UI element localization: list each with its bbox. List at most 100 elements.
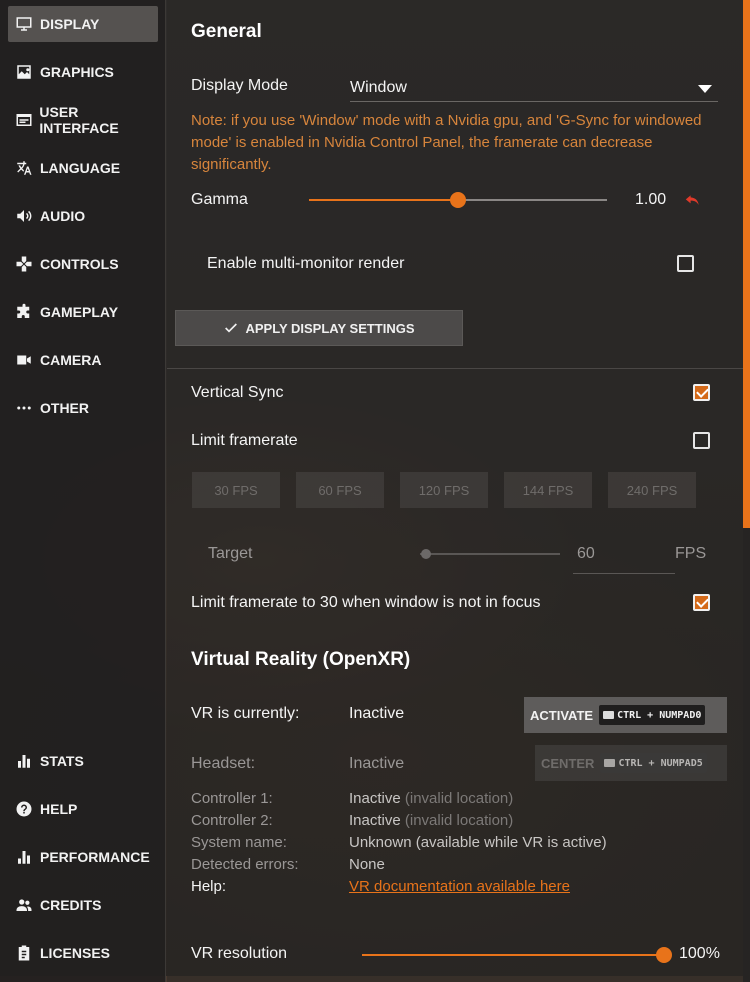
vr-info-value: Inactive (invalid location) xyxy=(349,790,514,807)
sidebar-item-label: STATS xyxy=(40,753,84,769)
target-fps-value: 60 xyxy=(577,545,595,562)
people-icon xyxy=(14,895,34,915)
scrollbar[interactable] xyxy=(743,0,750,982)
ui-window-icon xyxy=(14,110,33,130)
gamma-slider-knob[interactable] xyxy=(450,192,466,208)
bar-chart-icon xyxy=(14,751,34,771)
apply-display-settings-button[interactable]: APPLY DISPLAY SETTINGS xyxy=(175,310,463,346)
vr-resolution-slider[interactable] xyxy=(362,945,672,965)
vr-center-button[interactable]: CENTER CTRL + NUMPAD5 xyxy=(535,745,727,781)
vr-help-label: Help: xyxy=(191,878,227,895)
sidebar-item-label: USER INTERFACE xyxy=(39,104,119,136)
vr-info-label: Controller 1: xyxy=(191,790,273,807)
apply-button-label: APPLY DISPLAY SETTINGS xyxy=(245,320,415,336)
focus-limit-label: Limit framerate to 30 when window is not… xyxy=(191,594,541,611)
sidebar-item-label: DISPLAY xyxy=(40,16,100,32)
scrollbar-thumb[interactable] xyxy=(743,0,750,528)
sidebar-item-label: PERFORMANCE xyxy=(40,849,150,865)
speaker-icon xyxy=(14,206,34,226)
sidebar-item-label: LICENSES xyxy=(40,945,111,961)
fps-preset-button[interactable]: 120 FPS xyxy=(400,472,488,508)
limit-framerate-checkbox[interactable] xyxy=(693,432,710,449)
gamma-value: 1.00 xyxy=(635,191,667,208)
display-mode-select[interactable]: Window xyxy=(350,74,718,102)
display-mode-label: Display Mode xyxy=(191,77,288,94)
target-slider-track xyxy=(420,553,560,555)
image-icon xyxy=(14,62,34,82)
sidebar-item-controls[interactable]: CONTROLS xyxy=(8,246,158,282)
gamma-slider[interactable] xyxy=(309,190,607,210)
sidebar-item-label: LANGUAGE xyxy=(40,160,121,176)
target-fps-input[interactable]: 60 xyxy=(573,538,675,574)
monitor-icon xyxy=(14,14,34,34)
activate-label: ACTIVATE xyxy=(530,707,594,723)
sidebar-item-label: GRAPHICS xyxy=(40,64,114,80)
headset-label: Headset: xyxy=(191,755,256,772)
vr-info-value: None xyxy=(349,856,385,873)
focus-limit-checkbox[interactable] xyxy=(693,594,710,611)
checkmark-icon xyxy=(225,323,238,333)
clipboard-icon xyxy=(14,943,34,963)
vr-slider-fill xyxy=(362,954,664,956)
sidebar-item-label: CONTROLS xyxy=(40,256,119,272)
target-fps-slider[interactable] xyxy=(420,544,560,564)
vr-info-label: System name: xyxy=(191,834,287,851)
chevron-down-icon xyxy=(698,85,712,93)
target-fps-unit: FPS xyxy=(675,545,707,562)
reset-icon[interactable] xyxy=(683,193,703,209)
more-dots-icon xyxy=(14,398,34,418)
sidebar-item-label: AUDIO xyxy=(40,208,86,224)
sidebar-item-display[interactable]: DISPLAY xyxy=(8,6,158,42)
sidebar-item-gameplay[interactable]: GAMEPLAY xyxy=(8,294,158,330)
sidebar-item-label: OTHER xyxy=(40,400,89,416)
sidebar-item-label: GAMEPLAY xyxy=(40,304,119,320)
vr-resolution-value: 100% xyxy=(679,945,720,962)
gamma-label: Gamma xyxy=(191,191,248,208)
vr-info-label: Detected errors: xyxy=(191,856,299,873)
vr-info-value: Inactive (invalid location) xyxy=(349,812,514,829)
section-title-vr: Virtual Reality (OpenXR) xyxy=(191,649,411,670)
sidebar-item-label: HELP xyxy=(40,801,78,817)
section-title-general: General xyxy=(191,21,262,42)
sidebar-item-credits[interactable]: CREDITS xyxy=(8,887,158,923)
camera-icon xyxy=(14,350,34,370)
sidebar-item-audio[interactable]: AUDIO xyxy=(8,198,158,234)
fps-preset-button[interactable]: 144 FPS xyxy=(504,472,592,508)
settings-sidebar: DISPLAY GRAPHICS USER INTERFACE LANGUAGE… xyxy=(0,0,166,982)
headset-value: Inactive xyxy=(349,755,405,772)
vr-activate-button[interactable]: ACTIVATE CTRL + NUMPAD0 xyxy=(524,697,727,733)
vr-slider-knob[interactable] xyxy=(656,947,672,963)
vr-status-label: VR is currently: xyxy=(191,705,300,722)
center-label: CENTER xyxy=(541,755,595,771)
fps-preset-button[interactable]: 240 FPS xyxy=(608,472,696,508)
help-icon xyxy=(14,799,34,819)
sidebar-item-camera[interactable]: CAMERA xyxy=(8,342,158,378)
sidebar-item-language[interactable]: LANGUAGE xyxy=(8,150,158,186)
multi-monitor-checkbox[interactable] xyxy=(677,255,694,272)
limit-framerate-label: Limit framerate xyxy=(191,432,298,449)
sidebar-item-licenses[interactable]: LICENSES xyxy=(8,935,158,971)
sidebar-item-other[interactable]: OTHER xyxy=(8,390,158,426)
fps-preset-button[interactable]: 30 FPS xyxy=(192,472,280,508)
center-shortcut-text: CTRL + NUMPAD5 xyxy=(618,757,703,769)
display-mode-value: Window xyxy=(350,79,407,96)
fps-preset-button[interactable]: 60 FPS xyxy=(296,472,384,508)
sidebar-item-stats[interactable]: STATS xyxy=(8,743,158,779)
vsync-label: Vertical Sync xyxy=(191,384,284,401)
vr-status-value: Inactive xyxy=(349,705,405,722)
performance-icon xyxy=(14,847,34,867)
vr-info-value: Unknown (available while VR is active) xyxy=(349,834,607,851)
sidebar-item-performance[interactable]: PERFORMANCE xyxy=(8,839,158,875)
center-shortcut: CTRL + NUMPAD5 xyxy=(600,753,707,773)
activate-shortcut: CTRL + NUMPAD0 xyxy=(599,705,706,725)
sidebar-item-help[interactable]: HELP xyxy=(8,791,158,827)
target-label: Target xyxy=(208,545,253,562)
sidebar-item-graphics[interactable]: GRAPHICS xyxy=(8,54,158,90)
puzzle-icon xyxy=(14,302,34,322)
vr-documentation-link[interactable]: VR documentation available here xyxy=(349,876,570,898)
target-slider-knob[interactable] xyxy=(421,549,431,559)
translate-icon xyxy=(14,158,34,178)
vsync-checkbox[interactable] xyxy=(693,384,710,401)
vr-info-label: Controller 2: xyxy=(191,812,273,829)
sidebar-item-user-interface[interactable]: USER INTERFACE xyxy=(8,102,158,138)
